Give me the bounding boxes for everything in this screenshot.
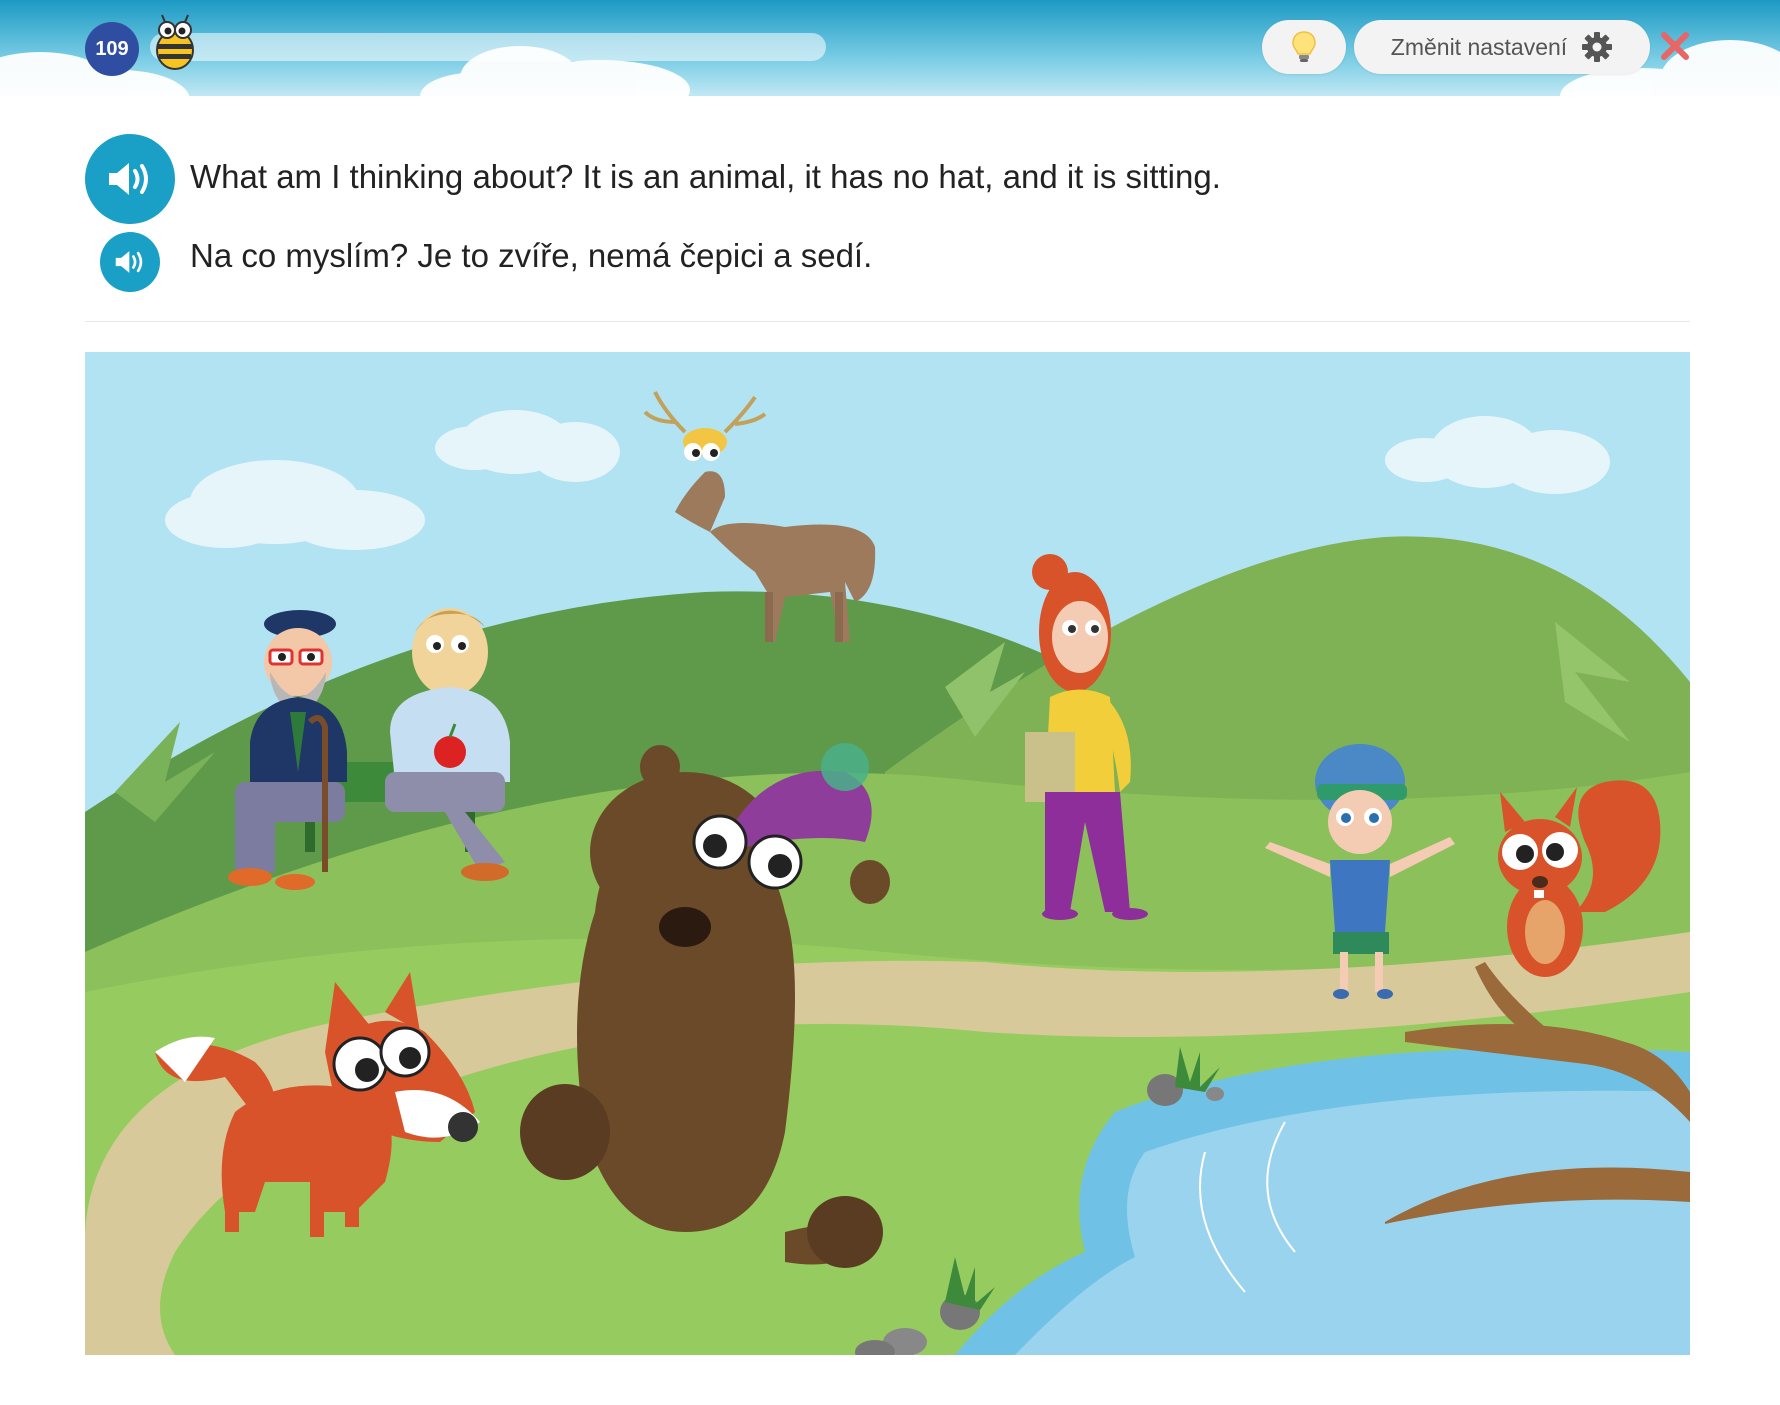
close-icon[interactable]	[1658, 29, 1692, 63]
gear-icon	[1582, 32, 1613, 62]
divider	[85, 321, 1690, 322]
speaker-icon	[115, 251, 143, 273]
level-number: 109	[95, 37, 129, 60]
change-settings-label: Změnit nastavení	[1390, 33, 1568, 60]
progress-track	[150, 33, 826, 61]
play-czech-audio-button[interactable]	[100, 232, 160, 292]
play-english-audio-button[interactable]	[85, 134, 175, 224]
top-bar: 109 Změnit nastavení	[0, 0, 1780, 112]
level-badge: 109	[85, 22, 139, 76]
scene-illustration	[85, 352, 1690, 1355]
lightbulb-icon	[1292, 31, 1316, 62]
bee-icon	[156, 14, 194, 70]
hint-button[interactable]	[1262, 20, 1346, 74]
change-settings-button[interactable]: Změnit nastavení	[1354, 20, 1650, 74]
speaker-icon	[109, 163, 148, 195]
prompt-czech: Na co myslím? Je to zvíře, nemá čepici a…	[190, 237, 873, 274]
prompt-english: What am I thinking about? It is an anima…	[190, 158, 1221, 195]
picture-scene[interactable]	[85, 352, 1690, 1355]
